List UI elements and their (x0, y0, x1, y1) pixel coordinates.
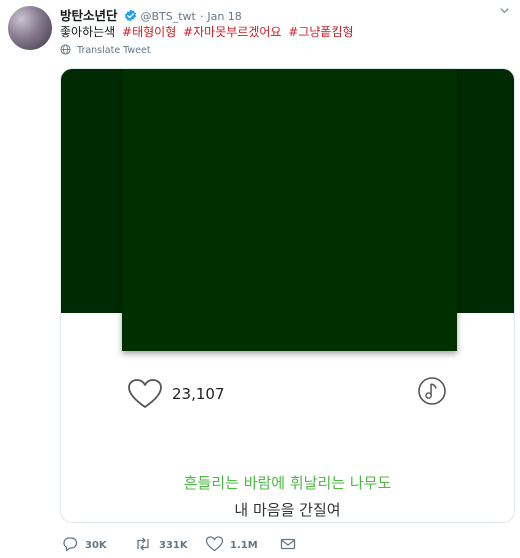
translate-tweet-link[interactable]: Translate Tweet (60, 44, 151, 58)
account-handle[interactable]: @BTS_twt (140, 10, 195, 23)
reply-button[interactable]: 30K (62, 536, 107, 555)
tweet-text: 좋아하는색 #태형이형 #자마못부르겠어요 #그냥퐅킴형 (60, 23, 354, 40)
heart-outline-icon (205, 536, 224, 555)
retweet-button[interactable]: 331K (134, 536, 188, 555)
globe-icon (60, 44, 71, 58)
reply-count: 30K (85, 540, 107, 551)
media-card[interactable]: 23,107 흔들리는 바람에 휘날리는 나무도 내 마음을 간질여 (60, 68, 515, 523)
avatar[interactable] (8, 6, 52, 50)
direct-message-button[interactable] (280, 536, 296, 555)
tweet-header: 방탄소년단 @BTS_twt · Jan 18 (60, 5, 510, 23)
hashtag-link[interactable]: #태형이형 (122, 25, 176, 39)
music-note-icon[interactable] (417, 376, 447, 410)
like-button[interactable]: 1.1M (205, 536, 258, 555)
chevron-down-icon[interactable] (499, 5, 510, 19)
translate-label: Translate Tweet (77, 45, 151, 56)
hashtag-link[interactable]: #그냥퐅킴형 (288, 25, 353, 39)
like-count: 1.1M (230, 540, 258, 551)
tweet-body: 좋아하는색 (60, 25, 116, 39)
retweet-icon (134, 536, 152, 555)
reply-icon (62, 536, 78, 555)
account-name[interactable]: 방탄소년단 (60, 8, 118, 23)
card-like-count: 23,107 (172, 385, 225, 403)
heart-icon[interactable] (128, 379, 162, 413)
hashtag-link[interactable]: #자마못부르겠어요 (183, 25, 281, 39)
tweet-date[interactable]: Jan 18 (207, 10, 241, 23)
lyric-line: 내 마음을 간질여 (234, 501, 341, 519)
separator: · (199, 10, 204, 23)
album-art[interactable] (122, 69, 457, 351)
envelope-icon (280, 536, 296, 555)
lyric-line-highlighted: 흔들리는 바람에 휘날리는 나무도 (183, 474, 392, 492)
retweet-count: 331K (159, 540, 188, 551)
